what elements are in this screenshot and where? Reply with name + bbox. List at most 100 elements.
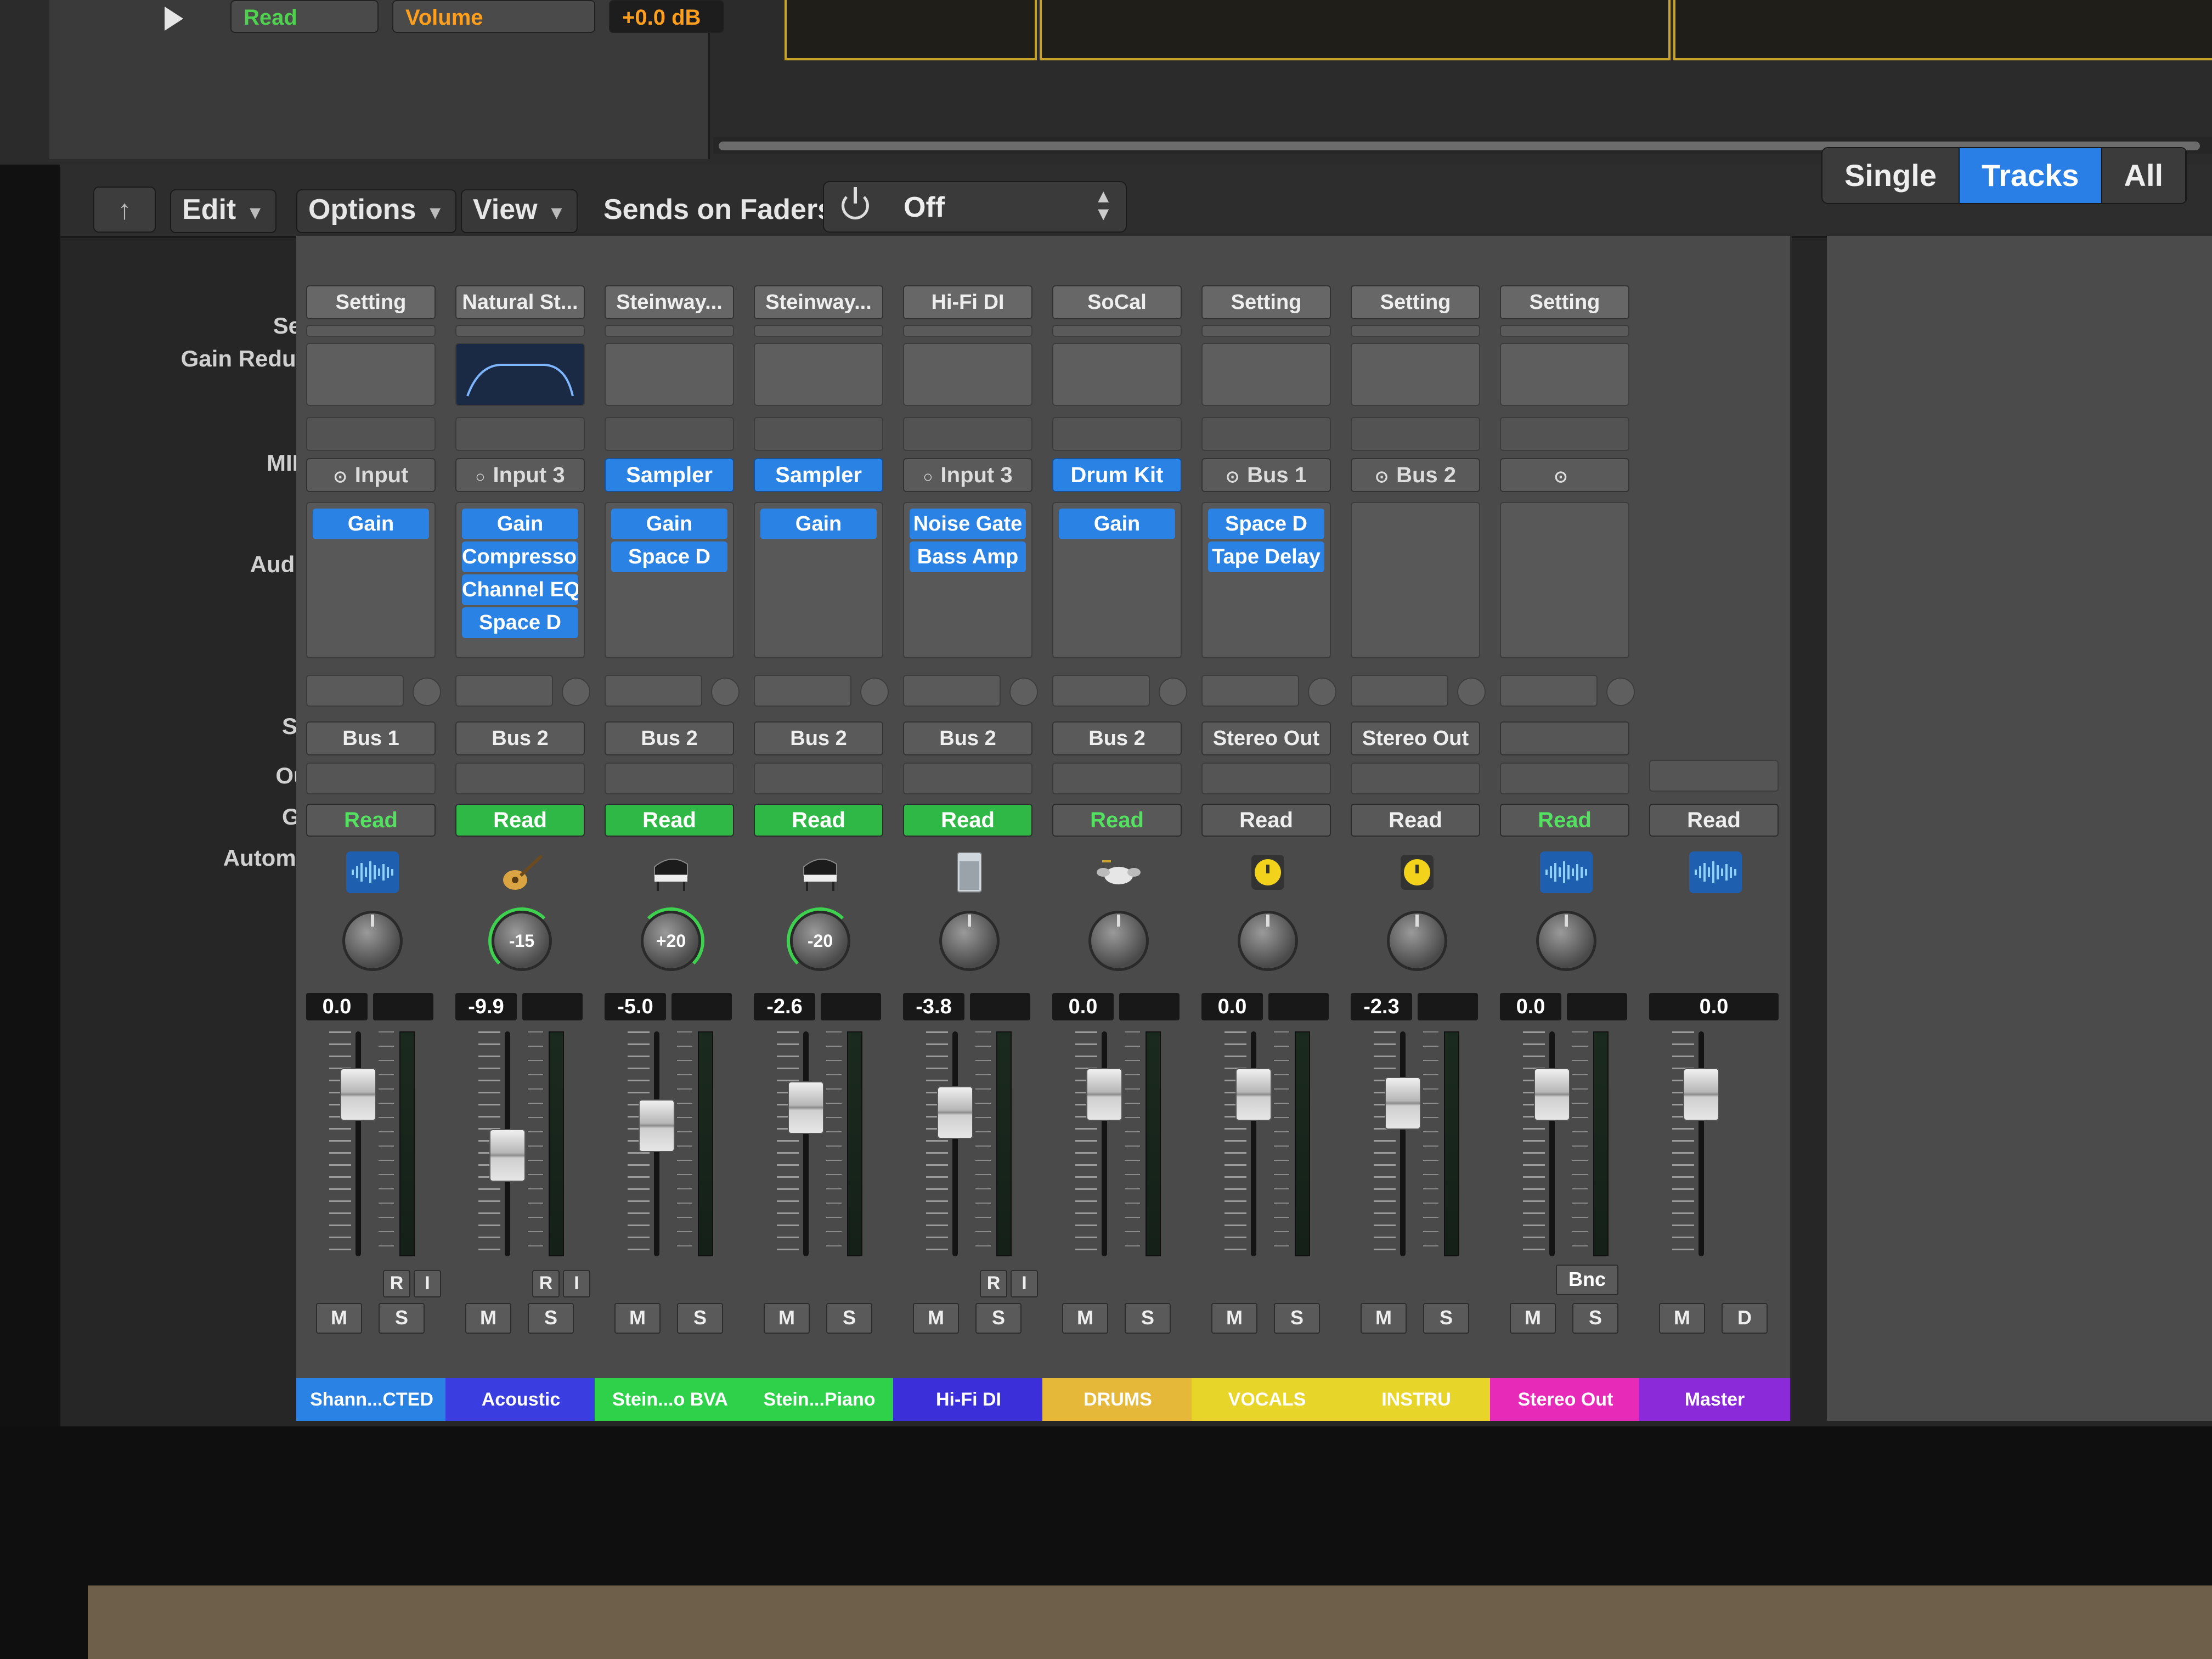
audio-fx-slot[interactable]: Noise Gate	[910, 509, 1026, 539]
output-button[interactable]	[1500, 721, 1629, 755]
pan-knob[interactable]	[1536, 911, 1596, 971]
input-monitor-button[interactable]: I	[563, 1270, 590, 1297]
setting-button[interactable]: Natural St...	[455, 285, 585, 319]
guitar-icon[interactable]	[494, 850, 549, 894]
eq-thumbnail[interactable]	[306, 343, 436, 406]
solo-button[interactable]: S	[1125, 1303, 1171, 1334]
waveform-icon[interactable]	[1688, 850, 1743, 894]
eq-thumbnail[interactable]	[1201, 343, 1331, 406]
midi-fx-slot[interactable]	[1500, 417, 1629, 451]
amp-icon[interactable]	[942, 850, 997, 894]
send-slot[interactable]	[903, 675, 1001, 707]
audio-fx-slot[interactable]: Gain	[462, 509, 578, 539]
volume-fader[interactable]	[1534, 1068, 1570, 1121]
send-level-knob[interactable]	[1159, 678, 1187, 706]
track-name[interactable]: Acoustic	[445, 1378, 596, 1421]
eq-thumbnail[interactable]	[455, 343, 585, 406]
back-button[interactable]: ↑	[93, 187, 156, 233]
audio-fx-slot[interactable]: Gain	[313, 509, 429, 539]
setting-button[interactable]: Steinway...	[754, 285, 883, 319]
eq-thumbnail[interactable]	[1500, 343, 1629, 406]
automation-mode-button[interactable]: Read	[455, 804, 585, 837]
view-mode-single[interactable]: Single	[1822, 148, 1960, 203]
automation-parameter-select[interactable]: Volume	[392, 0, 595, 33]
output-button[interactable]: Stereo Out	[1351, 721, 1480, 755]
group-slot[interactable]	[903, 763, 1032, 794]
sends-on-faders-select[interactable]: Off ▲ ▼	[823, 181, 1127, 233]
output-button[interactable]: Bus 1	[306, 721, 436, 755]
pan-knob[interactable]	[342, 911, 403, 971]
pan-knob[interactable]	[1088, 911, 1149, 971]
audio-fx-slot[interactable]: Gain	[611, 509, 727, 539]
view-menu[interactable]: View ▼	[461, 189, 578, 233]
output-button[interactable]: Bus 2	[754, 721, 883, 755]
mute-button[interactable]: M	[1510, 1303, 1556, 1334]
group-slot[interactable]	[1500, 763, 1629, 794]
send-slot[interactable]	[605, 675, 702, 707]
eq-thumbnail[interactable]	[903, 343, 1032, 406]
group-slot[interactable]	[1351, 763, 1480, 794]
midi-fx-slot[interactable]	[1052, 417, 1182, 451]
input-button[interactable]: ○ Input 3	[903, 458, 1032, 492]
volume-fader[interactable]	[937, 1086, 973, 1139]
volume-fader[interactable]	[340, 1068, 376, 1121]
send-slot[interactable]	[455, 675, 553, 707]
send-slot[interactable]	[1351, 675, 1448, 707]
piano-icon[interactable]	[793, 850, 848, 894]
input-button[interactable]: ⊙	[1500, 458, 1629, 492]
automation-mode-button[interactable]: Read	[605, 804, 734, 837]
piano-icon[interactable]	[644, 850, 698, 894]
track-name[interactable]: Stein...Piano	[744, 1378, 895, 1421]
track-name[interactable]: DRUMS	[1042, 1378, 1193, 1421]
mute-button[interactable]: M	[465, 1303, 511, 1334]
setting-button[interactable]: Setting	[1351, 285, 1480, 319]
pan-knob[interactable]: -20	[790, 911, 850, 971]
volume-fader[interactable]	[1683, 1068, 1719, 1121]
input-button[interactable]: ⊙ Input	[306, 458, 436, 492]
region-block[interactable]	[785, 0, 1037, 60]
group-slot[interactable]	[754, 763, 883, 794]
eq-thumbnail[interactable]	[1351, 343, 1480, 406]
track-name[interactable]: INSTRU	[1341, 1378, 1492, 1421]
audio-fx-slot[interactable]: Compressor	[462, 541, 578, 572]
eq-thumbnail[interactable]	[754, 343, 883, 406]
automation-mode-button[interactable]: Read	[1351, 804, 1480, 837]
dim-button[interactable]: D	[1722, 1303, 1768, 1334]
mute-button[interactable]: M	[1211, 1303, 1257, 1334]
bounce-button[interactable]: Bnc	[1556, 1265, 1618, 1295]
input-monitor-button[interactable]: I	[414, 1270, 441, 1297]
audio-fx-slot[interactable]: Tape Delay	[1208, 541, 1324, 572]
automation-mode-button[interactable]: Read	[1052, 804, 1182, 837]
track-name[interactable]: Master	[1639, 1378, 1790, 1421]
midi-fx-slot[interactable]	[1201, 417, 1331, 451]
audio-fx-slot[interactable]: Bass Amp	[910, 541, 1026, 572]
track-name[interactable]: Shann...CTED	[296, 1378, 447, 1421]
output-button[interactable]: Stereo Out	[1201, 721, 1331, 755]
yellow-circle-icon[interactable]	[1240, 850, 1295, 894]
volume-fader[interactable]	[788, 1081, 824, 1135]
setting-button[interactable]: Setting	[1201, 285, 1331, 319]
output-button[interactable]: Bus 2	[1052, 721, 1182, 755]
input-monitor-button[interactable]: I	[1011, 1270, 1038, 1297]
send-slot[interactable]	[1052, 675, 1150, 707]
send-level-knob[interactable]	[860, 678, 889, 706]
volume-fader[interactable]	[489, 1128, 526, 1182]
automation-mode-button[interactable]: Read	[1500, 804, 1629, 837]
volume-fader[interactable]	[639, 1099, 675, 1153]
volume-fader[interactable]	[1086, 1068, 1122, 1121]
automation-mode-button[interactable]: Read	[306, 804, 436, 837]
play-icon[interactable]	[165, 7, 183, 31]
volume-fader[interactable]	[1235, 1068, 1272, 1121]
mute-button[interactable]: M	[764, 1303, 810, 1334]
track-name[interactable]: Hi-Fi DI	[893, 1378, 1044, 1421]
send-level-knob[interactable]	[1606, 678, 1635, 706]
pan-knob[interactable]	[1238, 911, 1298, 971]
eq-thumbnail[interactable]	[1052, 343, 1182, 406]
output-button[interactable]: Bus 2	[455, 721, 585, 755]
volume-fader[interactable]	[1385, 1077, 1421, 1130]
input-button[interactable]: Drum Kit	[1052, 458, 1182, 492]
record-enable-button[interactable]: R	[383, 1270, 410, 1297]
midi-fx-slot[interactable]	[754, 417, 883, 451]
solo-button[interactable]: S	[1423, 1303, 1469, 1334]
eq-thumbnail[interactable]	[605, 343, 734, 406]
